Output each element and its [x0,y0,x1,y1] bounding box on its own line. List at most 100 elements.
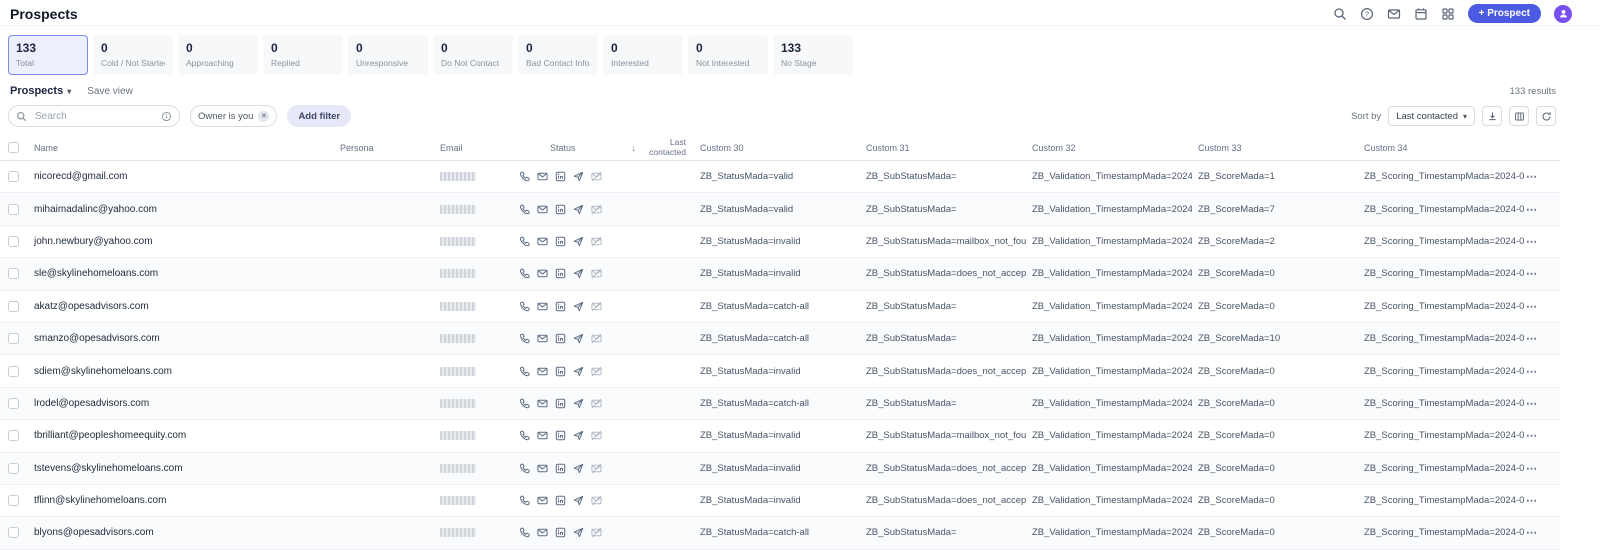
do-not-email-icon[interactable] [591,333,602,344]
linkedin-icon[interactable] [555,301,566,312]
add-filter-button[interactable]: Add filter [287,105,352,127]
prospect-name-link[interactable]: lrodel@opesadvisors.com [28,398,334,409]
table-row[interactable]: sdiem@skylinehomeloans.com ZB_StatusMada… [0,355,1560,388]
help-icon[interactable]: ? [1360,7,1374,21]
do-not-email-icon[interactable] [591,236,602,247]
phone-icon[interactable] [519,171,530,182]
phone-icon[interactable] [519,366,530,377]
table-row[interactable]: akatz@opesadvisors.com ZB_StatusMada=cat… [0,291,1560,323]
search-input[interactable] [33,109,155,123]
row-checkbox[interactable] [8,527,19,539]
linkedin-icon[interactable] [555,527,566,538]
linkedin-icon[interactable] [555,366,566,377]
table-row[interactable]: mihaimadalinc@yahoo.com ZB_StatusMada=va… [0,193,1560,226]
prospect-name-link[interactable]: tbrilliant@peopleshomeequity.com [28,430,334,441]
column-header-custom32[interactable]: Custom 32 [1026,143,1192,153]
table-row[interactable]: nicorecd@gmail.com ZB_StatusMada=valid Z… [0,161,1560,194]
stage-stat-card[interactable]: 0 Interested [603,35,683,75]
send-icon[interactable] [573,333,584,344]
send-icon[interactable] [573,171,584,182]
do-not-email-icon[interactable] [591,495,602,506]
table-row[interactable]: tstevens@skylinehomeloans.com ZB_StatusM… [0,452,1560,485]
column-header-last-contacted[interactable]: ↓ Last contacted [614,138,694,158]
phone-icon[interactable] [519,463,530,474]
table-row[interactable]: smanzo@opesadvisors.com ZB_StatusMada=ca… [0,322,1560,356]
column-header-custom34[interactable]: Custom 34 [1358,143,1524,153]
send-icon[interactable] [573,430,584,441]
send-icon[interactable] [573,268,584,279]
export-button[interactable] [1482,106,1502,126]
phone-icon[interactable] [519,527,530,538]
refresh-button[interactable] [1536,106,1556,126]
sort-select[interactable]: Last contacted ▾ [1388,106,1475,126]
row-checkbox[interactable] [8,397,19,409]
prospect-name-link[interactable]: akatz@opesadvisors.com [28,301,334,312]
phone-icon[interactable] [519,204,530,215]
close-icon[interactable]: ✕ [258,110,270,122]
linkedin-icon[interactable] [555,236,566,247]
send-icon[interactable] [573,463,584,474]
row-checkbox[interactable] [8,268,19,280]
table-row[interactable]: john.newbury@yahoo.com ZB_StatusMada=inv… [0,226,1560,259]
column-header-custom30[interactable]: Custom 30 [694,143,860,153]
row-more-button[interactable]: ⋯ [1524,300,1560,313]
calendar-icon[interactable] [1414,7,1428,21]
do-not-email-icon[interactable] [591,398,602,409]
do-not-email-icon[interactable] [591,268,602,279]
table-row[interactable]: blyons@opesadvisors.com ZB_StatusMada=ca… [0,517,1560,550]
save-view-link[interactable]: Save view [87,86,133,97]
prospect-name-link[interactable]: nicorecd@gmail.com [28,171,334,182]
avatar[interactable] [1554,4,1572,23]
linkedin-icon[interactable] [555,463,566,474]
row-more-button[interactable]: ⋯ [1524,397,1560,410]
column-header-email[interactable]: Email [434,143,514,153]
linkedin-icon[interactable] [555,430,566,441]
do-not-email-icon[interactable] [591,204,602,215]
row-more-button[interactable]: ⋯ [1524,526,1560,539]
send-icon[interactable] [573,204,584,215]
row-more-button[interactable]: ⋯ [1524,429,1560,442]
apps-grid-icon[interactable] [1441,7,1455,21]
row-checkbox[interactable] [8,495,19,507]
table-row[interactable]: tflinn@skylinehomeloans.com ZB_StatusMad… [0,485,1560,518]
prospect-name-link[interactable]: smanzo@opesadvisors.com [28,333,334,344]
stage-stat-card[interactable]: 0 Not Interested [688,35,768,75]
edit-columns-button[interactable] [1509,106,1529,126]
send-icon[interactable] [573,495,584,506]
info-icon[interactable] [161,111,172,122]
linkedin-icon[interactable] [555,495,566,506]
prospect-name-link[interactable]: john.newbury@yahoo.com [28,236,334,247]
prospect-name-link[interactable]: sdiem@skylinehomeloans.com [28,366,334,377]
row-more-button[interactable]: ⋯ [1524,332,1560,345]
do-not-email-icon[interactable] [591,463,602,474]
search-box[interactable] [8,105,180,127]
column-header-custom33[interactable]: Custom 33 [1192,143,1358,153]
row-checkbox[interactable] [8,365,19,377]
phone-icon[interactable] [519,398,530,409]
column-header-name[interactable]: Name [28,143,334,153]
phone-icon[interactable] [519,301,530,312]
row-checkbox[interactable] [8,171,19,183]
stage-stat-card[interactable]: 0 Bad Contact Info [518,35,598,75]
table-row[interactable]: sle@skylinehomeloans.com ZB_StatusMada=i… [0,258,1560,291]
row-more-button[interactable]: ⋯ [1524,462,1560,475]
email-icon[interactable] [537,236,548,247]
select-all-checkbox[interactable] [8,142,19,153]
email-icon[interactable] [537,495,548,506]
email-icon[interactable] [537,430,548,441]
row-more-button[interactable]: ⋯ [1524,203,1560,216]
email-icon[interactable] [537,463,548,474]
stage-stat-card[interactable]: 0 Unresponsive [348,35,428,75]
email-icon[interactable] [537,171,548,182]
column-header-status[interactable]: Status [514,143,614,153]
table-row[interactable]: lrodel@opesadvisors.com ZB_StatusMada=ca… [0,387,1560,421]
linkedin-icon[interactable] [555,333,566,344]
send-icon[interactable] [573,398,584,409]
row-checkbox[interactable] [8,462,19,474]
stage-stat-card[interactable]: 0 Approaching [178,35,258,75]
email-icon[interactable] [537,204,548,215]
phone-icon[interactable] [519,495,530,506]
do-not-email-icon[interactable] [591,430,602,441]
prospect-name-link[interactable]: tflinn@skylinehomeloans.com [28,495,334,506]
filter-chip-owner[interactable]: Owner is you ✕ [190,105,278,127]
